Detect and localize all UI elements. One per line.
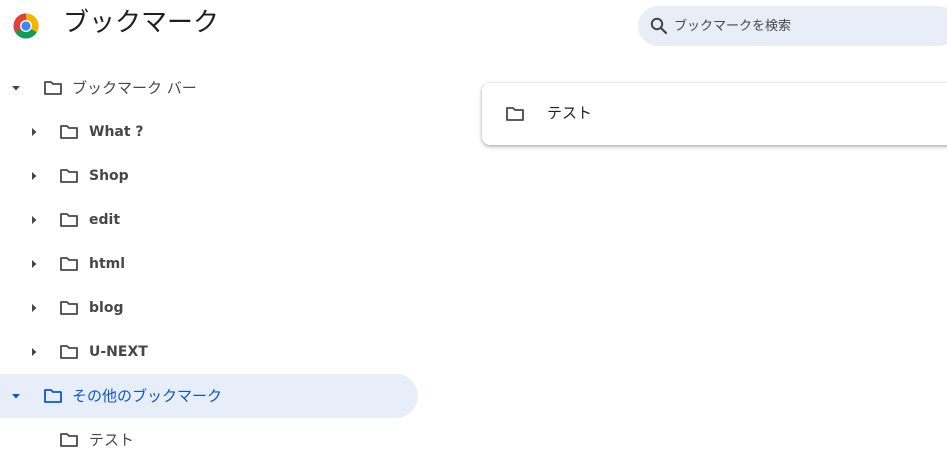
caret-down-icon[interactable] <box>9 389 23 403</box>
tree-item-what[interactable]: What ? <box>0 110 418 154</box>
folder-icon <box>60 345 78 359</box>
folder-icon <box>60 169 78 183</box>
tree-item-label: Shop <box>89 168 129 184</box>
search-input[interactable] <box>674 6 924 46</box>
tree-item-label: その他のブックマーク <box>72 387 223 405</box>
caret-right-icon[interactable] <box>27 257 41 271</box>
tree-item-u-next[interactable]: U-NEXT <box>0 330 418 374</box>
folder-icon <box>60 257 78 271</box>
folder-icon <box>506 107 524 121</box>
tree-item-label: html <box>89 256 126 272</box>
page-title: ブックマーク <box>63 8 220 38</box>
tree-item-bookmarks-bar[interactable]: ブックマーク バー <box>0 66 418 110</box>
tree-item-label: テスト <box>89 431 135 449</box>
list-item[interactable]: テスト <box>482 83 947 145</box>
folder-icon <box>60 213 78 227</box>
tree-item-shop[interactable]: Shop <box>0 154 418 198</box>
caret-right-icon[interactable] <box>27 169 41 183</box>
folder-icon <box>60 433 78 447</box>
folder-icon <box>44 81 62 95</box>
tree-item-html[interactable]: html <box>0 242 418 286</box>
tree-item-test[interactable]: テスト <box>0 418 418 462</box>
caret-right-icon[interactable] <box>27 301 41 315</box>
folder-icon <box>44 389 62 403</box>
caret-right-icon[interactable] <box>27 345 41 359</box>
tree-item-label: edit <box>89 212 121 228</box>
caret-down-icon[interactable] <box>9 81 23 95</box>
tree-item-blog[interactable]: blog <box>0 286 418 330</box>
search-box[interactable] <box>638 6 947 46</box>
list-item-label: テスト <box>547 104 593 122</box>
tree-item-label: What ? <box>89 124 144 140</box>
caret-right-icon[interactable] <box>27 213 41 227</box>
tree-item-label: ブックマーク バー <box>72 79 197 97</box>
tree-item-label: blog <box>89 300 124 316</box>
search-icon <box>650 17 668 35</box>
bookmark-list-card: テスト <box>482 83 947 145</box>
header: ブックマーク <box>0 0 947 56</box>
bookmark-tree: ブックマーク バー What ? Shop edit html blog U-N… <box>0 66 420 462</box>
tree-item-edit[interactable]: edit <box>0 198 418 242</box>
folder-icon <box>60 125 78 139</box>
chrome-logo-icon <box>13 13 39 39</box>
folder-icon <box>60 301 78 315</box>
caret-right-icon[interactable] <box>27 125 41 139</box>
tree-item-other-bookmarks[interactable]: その他のブックマーク <box>0 374 418 418</box>
tree-item-label: U-NEXT <box>89 344 148 360</box>
